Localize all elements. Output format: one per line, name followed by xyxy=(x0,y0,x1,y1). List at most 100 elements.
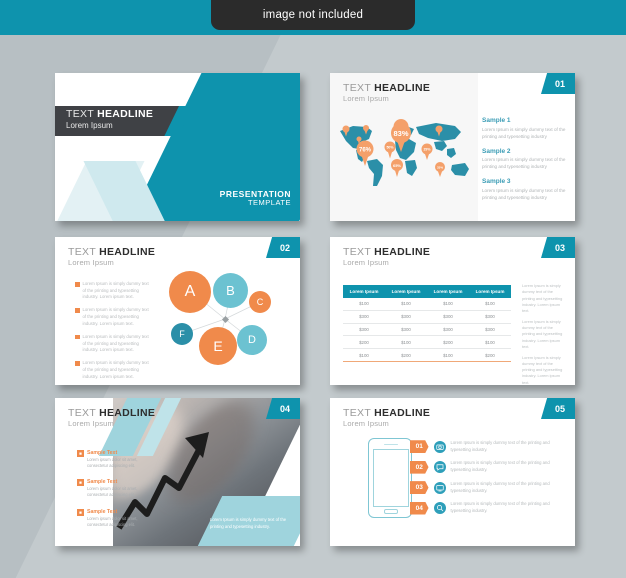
photo-item-list: ■ Sample Text Lorem ipsum dolor sit amet… xyxy=(77,450,143,538)
table-cell: $300 xyxy=(427,310,469,324)
side-note: Lorem Ipsum is simply dummy text of the … xyxy=(522,354,563,385)
circles-headline-light: TEXT xyxy=(68,246,100,258)
sample-body: Lorem Ipsum is simply dummy text of the … xyxy=(482,126,566,139)
item-marker-icon: ■ xyxy=(77,450,84,457)
table-cell: $300 xyxy=(385,310,427,324)
table-cell: $300 xyxy=(343,323,385,337)
slide-world-map[interactable]: TEXT HEADLINE Lorem Ipsum 01 83% 76% 65%… xyxy=(330,73,575,221)
feature-body: Lorem Ipsum is simply dummy text of the … xyxy=(450,501,550,514)
phone-headline-light: TEXT xyxy=(343,407,375,419)
table-cell: $100 xyxy=(469,298,511,311)
list-item: Lorem Ipsum is simply dummy text of the … xyxy=(75,334,151,354)
photo-headline-light: TEXT xyxy=(68,407,100,419)
slide-grid: TEXT HEADLINE Lorem Ipsum PRESENTATION T… xyxy=(0,35,626,578)
world-map-graphic xyxy=(336,113,476,193)
step-number-badge: 03 xyxy=(410,481,429,495)
bullet-text: Lorem Ipsum is simply dummy text of the … xyxy=(82,360,149,379)
item-title: Sample Text xyxy=(87,479,118,486)
cover-footer: PRESENTATION TEMPLATE xyxy=(220,189,291,208)
list-item: Lorem Ipsum is simply dummy text of the … xyxy=(75,360,151,380)
table-cell: $200 xyxy=(427,335,469,350)
table-headline-light: TEXT xyxy=(343,246,375,258)
list-item: Lorem Ipsum is simply dummy text of the … xyxy=(75,281,151,301)
table-cell: $300 xyxy=(469,310,511,324)
map-slide-badge: 01 xyxy=(541,73,575,94)
circle-a[interactable]: A xyxy=(169,271,211,313)
column-header: Lorem Ipsum xyxy=(385,285,427,298)
sample-body: Lorem Ipsum is simply dummy text of the … xyxy=(482,157,566,170)
circles-bullet-list: Lorem Ipsum is simply dummy text of the … xyxy=(75,281,151,385)
phone-screen xyxy=(373,449,409,507)
step-number-badge: 01 xyxy=(410,440,429,454)
circle-diagram-graphic: A B C D E F xyxy=(163,265,293,380)
map-headline-bold: HEADLINE xyxy=(374,82,431,94)
table-cell: $100 xyxy=(469,335,511,350)
step-number-badge: 02 xyxy=(410,460,429,474)
table-cell: $300 xyxy=(469,323,511,337)
table-cell: $100 xyxy=(343,348,385,362)
list-item: ■ Sample Text Lorem ipsum dolor sit amet… xyxy=(77,479,143,498)
circle-f[interactable]: F xyxy=(171,323,193,345)
table-slide-badge: 03 xyxy=(541,237,575,258)
column-header: Lorem Ipsum xyxy=(427,285,469,298)
circles-header: TEXT HEADLINE Lorem Ipsum xyxy=(68,246,156,268)
item-title: Sample Text xyxy=(87,508,118,515)
phone-header: TEXT HEADLINE Lorem Ipsum xyxy=(343,407,431,428)
bullet-text: Lorem Ipsum is simply dummy text of the … xyxy=(82,281,149,300)
photo-headline-bold: HEADLINE xyxy=(99,407,156,419)
circle-c[interactable]: C xyxy=(249,291,271,313)
slide-data-table[interactable]: TEXT HEADLINE Lorem Ipsum 03 Lorem Ipsum… xyxy=(330,237,575,385)
slide-photo-arrow[interactable]: TEXT HEADLINE Lorem Ipsum 04 ■ Sample Te… xyxy=(55,398,300,546)
bullet-text: Lorem Ipsum is simply dummy text of the … xyxy=(82,333,149,353)
feature-body: Lorem Ipsum is simply dummy text of the … xyxy=(450,460,550,473)
step-number-badge: 04 xyxy=(410,501,429,515)
sample-title: Sample 3 xyxy=(482,178,511,186)
list-item: Lorem Ipsum is simply dummy text of the … xyxy=(75,307,151,327)
bullet-square-icon xyxy=(75,282,80,287)
sample-body: Lorem Ipsum is simply dummy text of the … xyxy=(482,187,566,201)
column-header: Lorem Ipsum xyxy=(343,285,385,298)
smartphone-mockup xyxy=(368,438,412,518)
circle-e[interactable]: E xyxy=(199,327,237,365)
slide-circle-diagram[interactable]: TEXT HEADLINE Lorem Ipsum 02 Lorem Ipsum… xyxy=(55,237,300,385)
phone-headline-bold: HEADLINE xyxy=(374,407,431,419)
table-cell: $100 xyxy=(427,348,469,362)
map-headline-light: TEXT xyxy=(343,82,375,94)
cover-footer-line2: TEMPLATE xyxy=(247,198,291,208)
list-item: 01 Lorem Ipsum is simply dummy text of t… xyxy=(410,440,566,454)
table-cell: $300 xyxy=(427,323,469,337)
table-header-block: TEXT HEADLINE Lorem Ipsum xyxy=(343,246,431,267)
phone-home-button-icon xyxy=(384,508,398,514)
list-item: Sample 3 Lorem Ipsum is simply dummy tex… xyxy=(482,178,566,201)
bullet-square-icon xyxy=(75,308,80,313)
list-item: ■ Sample Text Lorem ipsum dolor sit amet… xyxy=(77,450,143,469)
table-headline-bold: HEADLINE xyxy=(374,246,431,258)
photo-subhead: Lorem Ipsum xyxy=(68,419,114,429)
circle-d[interactable]: D xyxy=(237,325,267,355)
phone-speaker-icon xyxy=(384,443,398,445)
list-item: Sample 1 Lorem Ipsum is simply dummy tex… xyxy=(482,117,566,140)
table-row: $200 $100 $200 $100 xyxy=(343,335,511,350)
table-cell: $100 xyxy=(343,298,385,311)
circles-subhead: Lorem Ipsum xyxy=(68,258,114,268)
image-not-included-notice: image not included xyxy=(211,0,415,30)
feature-body: Lorem Ipsum is simply dummy text of the … xyxy=(450,440,550,452)
item-marker-icon: ■ xyxy=(77,479,84,487)
table-cell: $100 xyxy=(427,298,469,311)
slide-phone-list[interactable]: TEXT HEADLINE Lorem Ipsum 05 01 Lorem Ip… xyxy=(330,398,575,546)
photo-header: TEXT HEADLINE Lorem Ipsum xyxy=(68,407,156,429)
circles-headline-bold: HEADLINE xyxy=(99,246,156,258)
item-marker-icon: ■ xyxy=(77,508,84,516)
item-body: Lorem ipsum dolor sit amet, consectetur … xyxy=(87,486,138,498)
circle-b[interactable]: B xyxy=(213,273,248,308)
table-header-row: Lorem Ipsum Lorem Ipsum Lorem Ipsum Lore… xyxy=(343,285,511,298)
list-item: 03 Lorem Ipsum is simply dummy text of t… xyxy=(410,481,566,495)
bullet-square-icon xyxy=(75,334,80,340)
search-icon xyxy=(433,502,446,515)
table-cell: $300 xyxy=(385,323,427,337)
slide-cover[interactable]: TEXT HEADLINE Lorem Ipsum PRESENTATION T… xyxy=(55,73,300,221)
data-table: Lorem Ipsum Lorem Ipsum Lorem Ipsum Lore… xyxy=(343,285,511,362)
camera-icon xyxy=(433,440,446,453)
table-row: $100 $100 $100 $100 xyxy=(343,298,511,311)
cover-headline-bold: HEADLINE xyxy=(97,108,154,120)
